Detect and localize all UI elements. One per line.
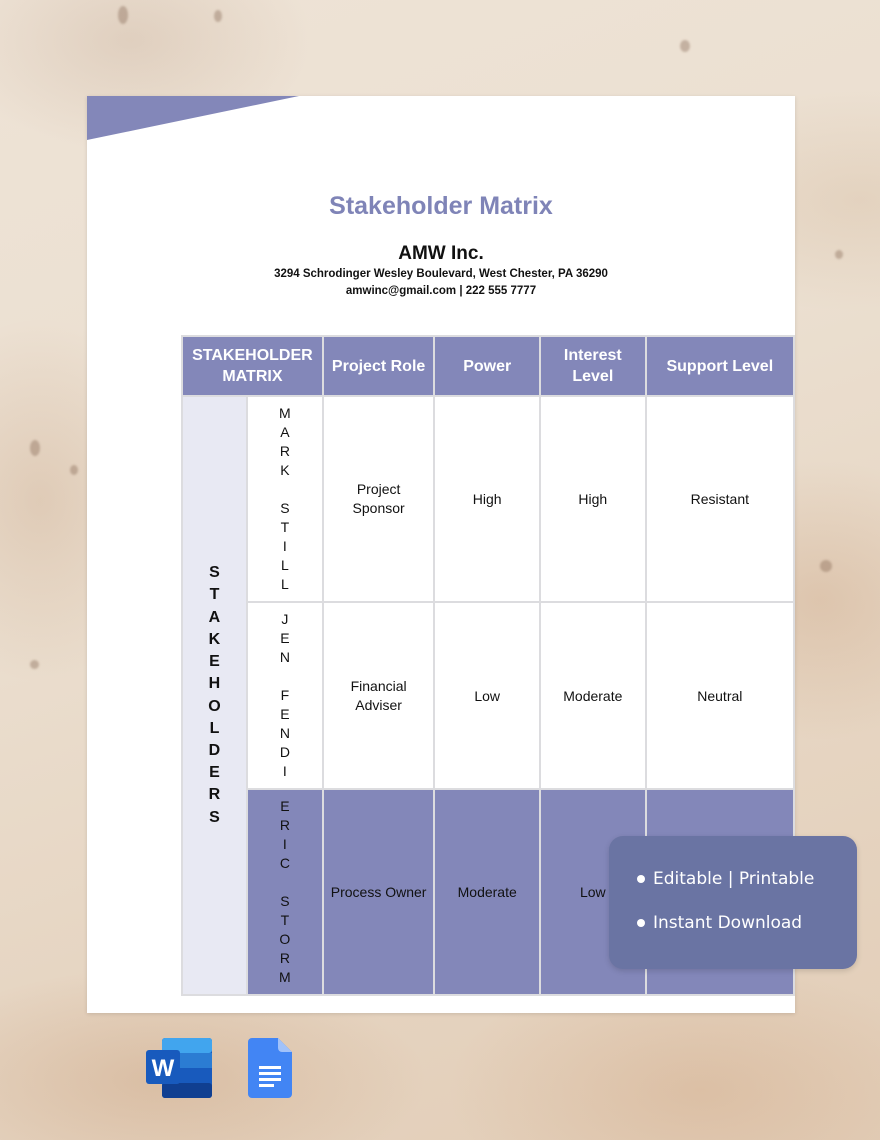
letter: L bbox=[209, 719, 220, 737]
letter: F bbox=[280, 687, 290, 703]
header-support-level: Support Level bbox=[644, 335, 795, 397]
feature-label: Editable | Printable bbox=[653, 869, 815, 889]
header-line: Interest bbox=[563, 347, 622, 364]
letter: N bbox=[279, 649, 290, 665]
vertical-name-text: JENFENDI bbox=[248, 610, 322, 781]
bullet-icon bbox=[637, 919, 645, 927]
power-cell: High bbox=[433, 395, 542, 603]
letter: S bbox=[209, 564, 220, 582]
header-stakeholder-matrix: STAKEHOLDER MATRIX bbox=[181, 335, 324, 397]
table-header-row: STAKEHOLDER MATRIX Project Role Power In… bbox=[181, 335, 795, 397]
letter: A bbox=[280, 424, 290, 440]
header-interest-level: Interest Level bbox=[539, 335, 647, 397]
letter: O bbox=[208, 697, 221, 715]
corner-decoration bbox=[87, 96, 299, 140]
letter: M bbox=[279, 405, 291, 421]
app-icons: W bbox=[146, 1038, 292, 1098]
support-cell: Neutral bbox=[644, 601, 795, 790]
table-row: JENFENDI Financial Adviser Low Moderate N… bbox=[182, 601, 795, 790]
power-cell: Moderate bbox=[433, 788, 542, 996]
stakeholder-name: MARKSTILL bbox=[245, 395, 324, 603]
letter: K bbox=[208, 630, 221, 648]
header-line: STAKEHOLDER bbox=[192, 347, 313, 364]
letter: S bbox=[209, 808, 220, 826]
letter: D bbox=[208, 741, 221, 759]
company-address: 3294 Schrodinger Wesley Boulevard, West … bbox=[274, 268, 608, 280]
project-role-cell: Financial Adviser bbox=[321, 601, 436, 790]
letter: L bbox=[280, 576, 289, 592]
letter: S bbox=[280, 893, 290, 909]
document-title: Stakeholder Matrix bbox=[329, 192, 553, 220]
letter: N bbox=[279, 725, 290, 741]
table-row: STAKEHOLDERS MARKSTILL Project Sponsor Hi… bbox=[181, 395, 795, 996]
stakeholders-group-label: STAKEHOLDERS bbox=[181, 395, 248, 996]
stakeholder-name: JENFENDI bbox=[245, 601, 324, 790]
feature-item: Instant Download bbox=[637, 913, 802, 933]
svg-text:W: W bbox=[152, 1055, 175, 1082]
vertical-group-text: STAKEHOLDERS bbox=[183, 562, 246, 828]
role-line: Sponsor bbox=[352, 500, 405, 516]
letter: O bbox=[279, 931, 291, 947]
company-contact: amwinc@gmail.com | 222 555 7777 bbox=[345, 285, 537, 297]
role-text: Project Sponsor bbox=[353, 480, 405, 518]
letter: J bbox=[281, 611, 289, 627]
vertical-name-text: MARKSTILL bbox=[248, 404, 322, 594]
letter: T bbox=[280, 912, 290, 928]
power-cell: Low bbox=[433, 601, 542, 790]
support-cell: Resistant bbox=[644, 395, 795, 603]
letter: T bbox=[280, 519, 290, 535]
letter: R bbox=[279, 950, 290, 966]
role-line: Financial bbox=[350, 677, 407, 694]
letter: M bbox=[279, 969, 291, 985]
letter: R bbox=[208, 786, 221, 804]
letter: R bbox=[279, 443, 290, 459]
letter: H bbox=[208, 675, 221, 693]
letter: K bbox=[280, 462, 290, 478]
letter: S bbox=[280, 500, 290, 516]
header-project-role: Project Role bbox=[321, 335, 436, 397]
letter: E bbox=[280, 706, 290, 722]
vertical-name-text: ERICSTORM bbox=[248, 797, 322, 987]
company-name: AMW Inc. bbox=[398, 243, 484, 264]
letter: R bbox=[279, 817, 290, 833]
stakeholder-name: ERICSTORM bbox=[245, 788, 324, 996]
letter: E bbox=[280, 630, 290, 646]
letter: I bbox=[282, 538, 287, 554]
letter: E bbox=[209, 653, 220, 671]
letter: C bbox=[279, 855, 290, 871]
header-line: MATRIX bbox=[222, 368, 283, 385]
interest-cell: High bbox=[539, 395, 647, 603]
google-docs-icon[interactable] bbox=[248, 1038, 292, 1098]
feature-label: Instant Download bbox=[653, 913, 803, 933]
project-role-cell: Process Owner bbox=[321, 788, 436, 996]
word-icon[interactable]: W bbox=[146, 1038, 214, 1098]
letter: D bbox=[279, 744, 290, 760]
feature-item: Editable | Printable bbox=[637, 869, 814, 889]
features-badge: Editable | Printable Instant Download bbox=[609, 836, 857, 969]
role-text: Financial Adviser bbox=[351, 677, 407, 715]
role-line: Project bbox=[356, 481, 401, 497]
interest-cell: Moderate bbox=[539, 601, 647, 790]
letter: I bbox=[282, 763, 287, 779]
letter: I bbox=[282, 836, 287, 852]
letter: E bbox=[209, 764, 220, 782]
letter: T bbox=[209, 586, 220, 604]
role-line: Adviser bbox=[355, 696, 402, 713]
letter: L bbox=[280, 557, 289, 573]
letter: A bbox=[208, 608, 221, 626]
letter: E bbox=[280, 798, 290, 814]
header-power: Power bbox=[433, 335, 542, 397]
header-line: Level bbox=[572, 368, 614, 385]
project-role-cell: Project Sponsor bbox=[321, 395, 436, 603]
bullet-icon bbox=[637, 875, 645, 883]
